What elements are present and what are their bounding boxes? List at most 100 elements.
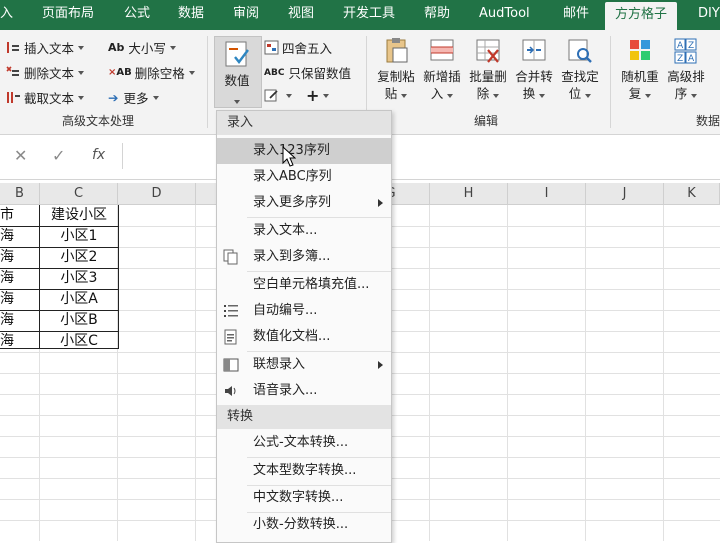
column-header-d[interactable]: D xyxy=(118,183,196,205)
merge-convert-button[interactable]: 合并转 换 xyxy=(512,36,556,102)
chevron-right-icon xyxy=(378,361,383,369)
arrow-right-icon: ➔ xyxy=(108,90,119,105)
table-cell[interactable]: 海 xyxy=(0,331,20,352)
case-icon: Ab xyxy=(108,41,125,54)
menu-item-associative-input[interactable]: 联想录入 xyxy=(217,352,391,378)
insert-text-button[interactable]: 插入文本 xyxy=(6,38,85,57)
menu-item-fill-blank-cells[interactable]: 空白单元格填充值... xyxy=(217,272,391,298)
menu-item-input-to-multiple-sheets[interactable]: 录入到多簿... xyxy=(217,244,391,270)
plus-button[interactable]: + xyxy=(306,86,330,105)
table-cell[interactable]: 小区1 xyxy=(40,226,118,247)
value-label: 数值 xyxy=(224,73,250,88)
confirm-icon[interactable]: ✓ xyxy=(52,146,65,165)
chevron-down-icon xyxy=(447,94,454,98)
table-cell[interactable]: 小区3 xyxy=(40,268,118,289)
batch-delete-button[interactable]: 批量删 除 xyxy=(466,36,510,102)
chevron-down-icon xyxy=(691,94,698,98)
chevron-down-icon xyxy=(286,93,292,98)
tab-review[interactable]: 审阅 xyxy=(233,0,259,30)
tab-mail[interactable]: 邮件 xyxy=(563,0,589,30)
case-label: 大小写 xyxy=(128,41,166,56)
chevron-down-icon xyxy=(152,95,159,100)
cancel-icon[interactable]: ✕ xyxy=(14,146,27,165)
random-repeat-button[interactable]: 随机重 复 xyxy=(618,36,662,102)
find-icon xyxy=(566,36,594,66)
menu-header-convert: 转换 xyxy=(217,405,391,429)
column-header-c[interactable]: C xyxy=(40,183,118,205)
table-cell[interactable]: 海 xyxy=(0,310,20,331)
find-locate-label-1: 查找定 xyxy=(561,69,599,84)
sort-az-icon: AZZA xyxy=(672,36,700,66)
chevron-down-icon xyxy=(493,94,500,98)
advanced-sort-button[interactable]: AZZA 高级排 序 xyxy=(664,36,708,102)
column-header-i[interactable]: I xyxy=(508,183,586,205)
menu-item-text-number-convert[interactable]: 文本型数字转换... xyxy=(217,458,391,484)
table-cell[interactable]: 海 xyxy=(0,226,20,247)
table-cell[interactable]: 市 xyxy=(0,205,20,226)
column-header-k[interactable]: K xyxy=(664,183,720,205)
keep-values-button[interactable]: ABC 只保留数值 xyxy=(264,63,351,82)
tab-audtool[interactable]: AudTool xyxy=(479,0,530,30)
delete-text-button[interactable]: 删除文本 xyxy=(6,63,85,82)
edit-small-button[interactable] xyxy=(264,88,292,103)
chevron-down-icon xyxy=(323,93,330,98)
delete-text-icon xyxy=(6,65,21,80)
menu-item-decimal-fraction-convert[interactable]: 小数-分数转换... xyxy=(217,512,391,538)
ribbon-tab-bar: 入 页面布局 公式 数据 审阅 视图 开发工具 帮助 AudTool 邮件 方方… xyxy=(0,0,720,30)
menu-item-voice-input[interactable]: 语音录入... xyxy=(217,378,391,404)
value-button-content[interactable]: 数值 xyxy=(214,40,260,108)
group-label-text: 高级文本处理 xyxy=(62,114,135,128)
table-cell[interactable]: 小区B xyxy=(40,310,118,331)
tab-fangfanggezi[interactable]: 方方格子 xyxy=(605,2,678,30)
table-cell[interactable]: 海 xyxy=(0,268,20,289)
column-header-h[interactable]: H xyxy=(430,183,508,205)
tab-page-layout[interactable]: 页面布局 xyxy=(42,0,94,30)
batch-delete-icon xyxy=(474,36,502,66)
more-button[interactable]: ➔ 更多 xyxy=(108,88,159,107)
menu-item-input-more-sequence[interactable]: 录入更多序列 xyxy=(217,190,391,216)
find-locate-button[interactable]: 查找定 位 xyxy=(558,36,602,102)
tab-data[interactable]: 数据 xyxy=(178,0,204,30)
round-label: 四舍五入 xyxy=(282,41,333,56)
merge-convert-icon xyxy=(520,36,548,66)
tab-view[interactable]: 视图 xyxy=(288,0,314,30)
table-cell[interactable]: 建设小区 xyxy=(40,205,118,226)
menu-item-chinese-number-convert[interactable]: 中文数字转换... xyxy=(217,485,391,511)
copy-paste-button[interactable]: 复制粘 贴 xyxy=(374,36,418,102)
table-cell[interactable]: 小区A xyxy=(40,289,118,310)
menu-item-auto-number[interactable]: 自动编号... xyxy=(217,298,391,324)
menu-item-input-123-sequence[interactable]: 录入123序列 xyxy=(217,138,391,164)
table-cell[interactable]: 小区2 xyxy=(40,247,118,268)
tab-developer[interactable]: 开发工具 xyxy=(343,0,395,30)
insert-new-button[interactable]: 新增插 入 xyxy=(420,36,464,102)
menu-item-label: 录入到多簿... xyxy=(253,249,331,264)
delete-space-button[interactable]: ×AB 删除空格 xyxy=(108,63,195,82)
tab-insert[interactable]: 入 xyxy=(0,0,13,30)
tab-formulas[interactable]: 公式 xyxy=(124,0,150,30)
extract-text-button[interactable]: 截取文本 xyxy=(6,88,85,107)
chevron-down-icon xyxy=(234,100,240,104)
chevron-down-icon xyxy=(78,95,85,100)
formula-input[interactable] xyxy=(122,143,720,169)
tab-diy[interactable]: DIY xyxy=(698,0,720,30)
round-button[interactable]: 四舍五入 xyxy=(264,38,332,57)
pencil-icon xyxy=(264,88,279,103)
insert-function-icon[interactable]: fx xyxy=(92,147,105,163)
batch-delete-label-2: 除 xyxy=(476,86,490,101)
round-icon xyxy=(264,40,279,55)
menu-item-numeric-document[interactable]: 数值化文档... xyxy=(217,324,391,350)
table-cell[interactable]: 海 xyxy=(0,289,20,310)
data-table: 市 海 海 海 海 海 海 建设小区 小区1 小区2 小区3 小区A 小区B 小… xyxy=(0,205,119,349)
case-button[interactable]: Ab 大小写 xyxy=(108,38,176,57)
menu-item-label: 语音录入... xyxy=(253,383,318,398)
menu-item-input-text[interactable]: 录入文本... xyxy=(217,218,391,244)
column-header-b[interactable]: B xyxy=(0,183,40,205)
tab-help[interactable]: 帮助 xyxy=(424,0,450,30)
random-icon xyxy=(626,36,654,66)
menu-item-input-abc-sequence[interactable]: 录入ABC序列 xyxy=(217,164,391,190)
column-header-j[interactable]: J xyxy=(586,183,664,205)
table-cell[interactable]: 海 xyxy=(0,247,20,268)
insert-new-label-1: 新增插 xyxy=(423,69,461,84)
menu-item-formula-text-convert[interactable]: 公式-文本转换... xyxy=(217,430,391,456)
table-cell[interactable]: 小区C xyxy=(40,331,118,352)
